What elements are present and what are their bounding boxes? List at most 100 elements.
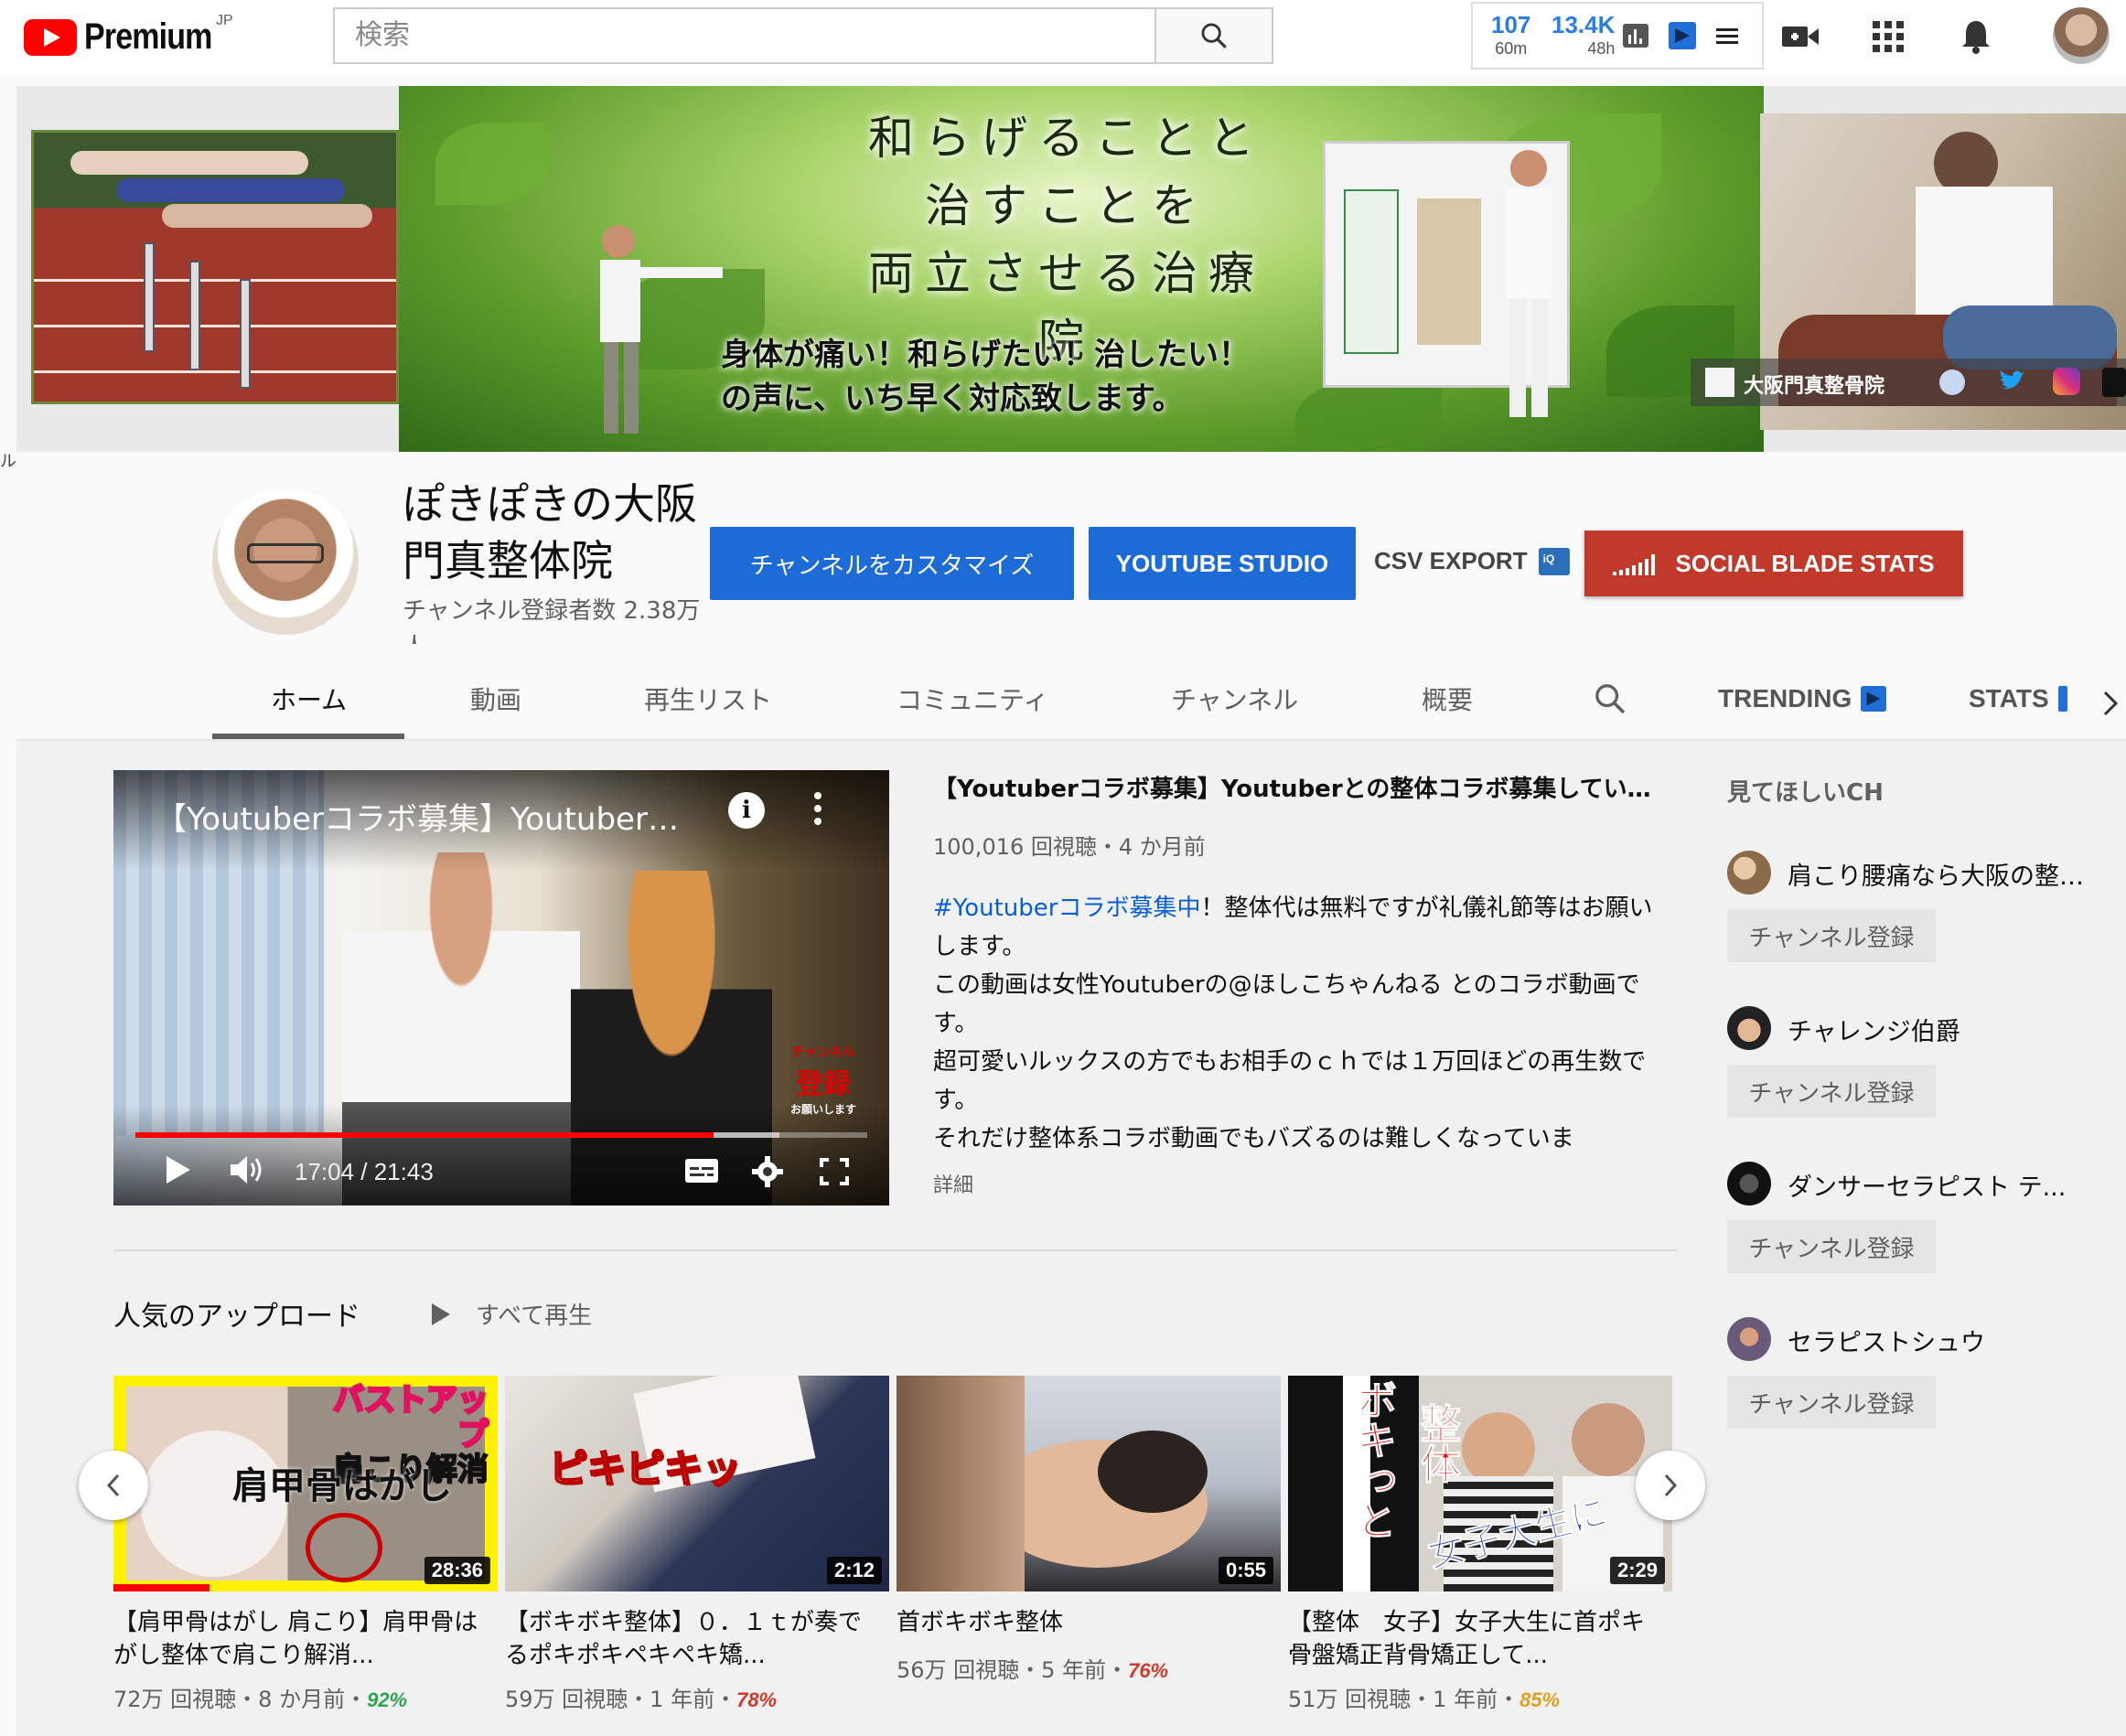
channel-avatar-small[interactable] bbox=[1727, 1162, 1771, 1206]
thumbnail-text: ボキっと bbox=[1349, 1379, 1397, 1541]
channel-avatar bbox=[212, 488, 359, 635]
fullscreen-icon[interactable] bbox=[820, 1158, 849, 1185]
banner-website-link[interactable]: 大阪門真整骨院 bbox=[1744, 370, 1884, 399]
featured-channel-name[interactable]: 肩こり腰痛なら大阪の整体院 bbox=[1788, 856, 2093, 892]
youtube-logo[interactable]: Premium bbox=[24, 16, 234, 58]
tab-about[interactable]: 概要 bbox=[1422, 680, 1473, 717]
progress-bar[interactable] bbox=[135, 1132, 867, 1138]
watermark-small-text: チャンネル bbox=[791, 1045, 855, 1060]
vidiq-tab-icon bbox=[1861, 686, 1887, 712]
banner-social-links: 大阪門真整骨院 bbox=[1691, 359, 2126, 406]
video-duration: 28:36 bbox=[424, 1557, 490, 1584]
player-title[interactable]: 【Youtuberコラボ募集】Youtuberとの整体コラボ募集していま... bbox=[156, 794, 704, 839]
info-icon[interactable]: i bbox=[728, 792, 765, 829]
channel-search-icon[interactable] bbox=[1592, 680, 1628, 717]
video-title[interactable]: 【肩甲骨はがし 肩こり】肩甲骨はがし整体で肩こり解消... bbox=[113, 1606, 489, 1672]
video-duration: 0:55 bbox=[1218, 1557, 1273, 1584]
tab-community[interactable]: コミュニティ bbox=[897, 680, 1048, 717]
banner-sub-line: の声に、いち早く対応致します。 bbox=[721, 380, 1184, 417]
video-title[interactable]: 【ボキボキ整体】０．１ｔが奏でるポキポキペキペキ矯... bbox=[505, 1606, 880, 1672]
featured-channel-name[interactable]: チャレンジ伯爵 bbox=[1788, 1012, 2093, 1047]
featured-channel-name[interactable]: セラピストシュウ bbox=[1788, 1323, 2093, 1358]
volume-icon[interactable] bbox=[229, 1154, 267, 1185]
channel-avatar-small[interactable] bbox=[1727, 1317, 1771, 1361]
realtime-stat-48h: 13.4K 48h bbox=[1552, 11, 1615, 59]
instagram-icon[interactable] bbox=[2053, 368, 2080, 395]
banner-sub-line: 身体が痛い！和らげたい！治したい！ bbox=[721, 337, 1250, 373]
video-thumbnail[interactable]: バストアップ 肩こり解消 肩甲骨はがし 28:36 bbox=[113, 1376, 498, 1591]
watermark-big-text: 登録 bbox=[796, 1068, 851, 1100]
menu-icon[interactable] bbox=[1714, 22, 1740, 49]
vidiq-tab-icon-partial bbox=[2057, 686, 2067, 712]
featured-channels-heading: 見てほしいCH bbox=[1727, 779, 1884, 807]
account-avatar[interactable] bbox=[2053, 7, 2110, 64]
video-thumbnail[interactable]: ボキっと 整体 女子大生に 2:29 bbox=[1288, 1376, 1672, 1591]
carousel-prev-button[interactable] bbox=[79, 1451, 148, 1520]
banner-person-pointing bbox=[600, 225, 723, 434]
featured-video-player[interactable]: チャンネル 登録 お願いします 【Youtuberコラボ募集】Youtuberと… bbox=[113, 770, 889, 1206]
vidiq-icon[interactable] bbox=[1669, 22, 1696, 49]
tab-trending[interactable]: TRENDING bbox=[1718, 684, 1887, 713]
tab-videos[interactable]: 動画 bbox=[470, 680, 521, 717]
more-options-icon[interactable] bbox=[814, 792, 821, 830]
subscribe-button[interactable]: チャンネル登録 bbox=[1727, 909, 1936, 962]
thumbnail-text: ピキピキッ bbox=[548, 1445, 742, 1492]
tab-channels[interactable]: チャンネル bbox=[1171, 680, 1298, 717]
banner-main-image: 和らげることと 治すことを 両立させる治療院 身体が痛い！和らげたい！治したい！… bbox=[399, 86, 1764, 452]
banner-title-line: 和らげることと bbox=[868, 112, 1265, 165]
carousel-next-button[interactable] bbox=[1636, 1451, 1705, 1520]
edge-cut-text: ル bbox=[0, 452, 16, 471]
subscribe-button[interactable]: チャンネル登録 bbox=[1727, 1220, 1936, 1273]
bar-chart-icon[interactable] bbox=[1623, 22, 1648, 49]
video-views: 59万 回視聴・1 年前・ bbox=[505, 1687, 737, 1712]
video-meta: 59万 回視聴・1 年前・78% bbox=[505, 1681, 777, 1713]
video-meta: 56万 回視聴・5 年前・76% bbox=[897, 1652, 1168, 1684]
featured-channel-name[interactable]: ダンサーセラピスト テ... bbox=[1788, 1167, 2093, 1203]
search-button[interactable] bbox=[1154, 9, 1272, 62]
banner-person-standing bbox=[1506, 150, 1552, 417]
video-title[interactable]: 【整体 女子】女子大生に首ポキ骨盤矯正背骨矯正して... bbox=[1288, 1606, 1663, 1672]
subscribe-button[interactable]: チャンネル登録 bbox=[1727, 1065, 1936, 1118]
banner-hurdles-photo bbox=[31, 130, 399, 404]
subtitles-icon[interactable] bbox=[684, 1158, 719, 1184]
search-input[interactable]: 検索 bbox=[335, 9, 1154, 62]
settings-gear-icon[interactable] bbox=[752, 1156, 783, 1187]
video-score: 92% bbox=[367, 1688, 408, 1711]
social-blade-stats-button[interactable]: SOCIAL BLADE STATS bbox=[1584, 530, 1963, 596]
description-line: この動画は女性Youtuberの@ほしこちゃんねる とのコラボ動画です。 bbox=[933, 971, 1640, 1037]
video-thumbnail[interactable]: ピキピキッ 2:12 bbox=[505, 1376, 889, 1591]
tab-stats-label: STATS bbox=[1969, 684, 2049, 713]
csv-export-label: CSV EXPORT bbox=[1374, 547, 1528, 574]
stat-label: 60m bbox=[1495, 39, 1528, 58]
website-favicon-icon[interactable] bbox=[1705, 368, 1734, 397]
tab-stats[interactable]: STATS bbox=[1969, 684, 2067, 713]
apps-grid-icon[interactable] bbox=[1868, 16, 1908, 57]
tiktok-icon[interactable] bbox=[2102, 368, 2126, 397]
avatar-glasses bbox=[247, 543, 324, 563]
channel-avatar-small[interactable] bbox=[1727, 851, 1771, 895]
featured-video-title[interactable]: 【Youtuberコラボ募集】Youtuberとの整体コラボ募集していま... bbox=[933, 770, 1656, 804]
globe-icon[interactable] bbox=[1939, 370, 1965, 395]
twitter-icon[interactable] bbox=[1998, 370, 2025, 393]
hashtag-link[interactable]: #Youtuberコラボ募集中 bbox=[933, 895, 1200, 922]
subscribe-button[interactable]: チャンネル登録 bbox=[1727, 1376, 1936, 1429]
play-all-icon bbox=[432, 1302, 450, 1325]
video-duration: 2:12 bbox=[826, 1557, 882, 1584]
tab-home[interactable]: ホーム bbox=[271, 680, 347, 717]
stat-value: 13.4K bbox=[1552, 11, 1616, 38]
play-all-button[interactable]: すべて再生 bbox=[432, 1297, 592, 1331]
video-thumbnail[interactable]: 0:55 bbox=[897, 1376, 1281, 1591]
youtube-studio-button[interactable]: YOUTUBE STUDIO bbox=[1089, 527, 1356, 600]
play-icon[interactable] bbox=[165, 1154, 192, 1185]
read-more-link[interactable]: 詳細 bbox=[933, 1169, 973, 1198]
channel-tabs: ホーム 動画 再生リスト コミュニティ チャンネル 概要 TRENDING ST… bbox=[0, 668, 2126, 741]
country-code: JP bbox=[216, 13, 233, 28]
popular-uploads-heading[interactable]: 人気のアップロード bbox=[113, 1293, 360, 1334]
channel-avatar-small[interactable] bbox=[1727, 1006, 1771, 1050]
notifications-bell-icon[interactable] bbox=[1956, 16, 1996, 57]
tab-playlists[interactable]: 再生リスト bbox=[644, 680, 772, 717]
create-video-icon[interactable] bbox=[1780, 16, 1820, 57]
csv-export-button[interactable]: CSV EXPORT bbox=[1374, 547, 1570, 575]
tabs-scroll-right-icon[interactable] bbox=[2100, 688, 2121, 719]
customize-channel-button[interactable]: チャンネルをカスタマイズ bbox=[710, 527, 1074, 600]
